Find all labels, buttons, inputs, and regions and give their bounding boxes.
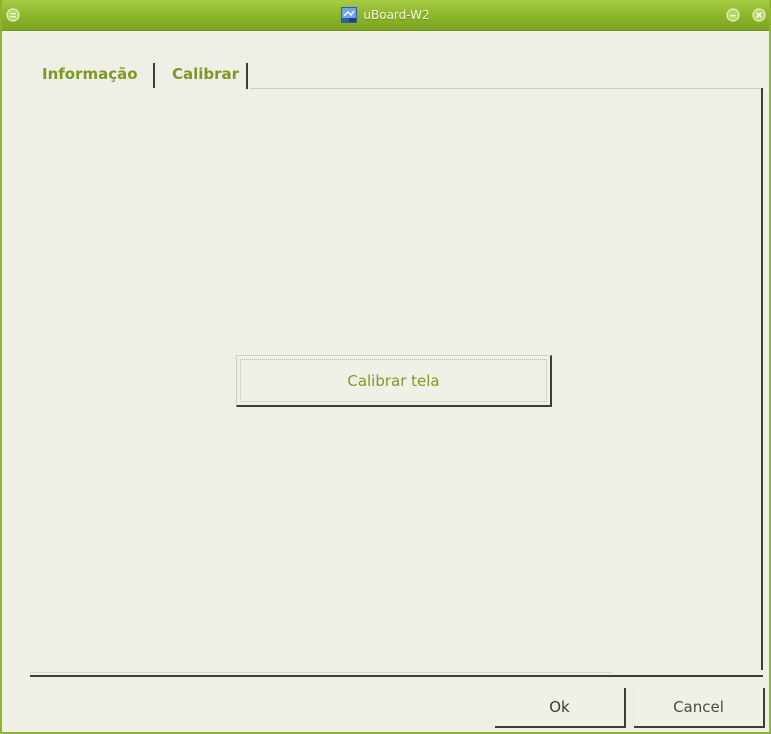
panel-border-right xyxy=(761,88,763,670)
title-wrap: uBoard-W2 xyxy=(2,0,769,30)
panel-border-bottom xyxy=(30,675,763,677)
title-bar[interactable]: uBoard-W2 xyxy=(2,0,769,31)
calibrate-screen-label: Calibrar tela xyxy=(347,371,440,390)
cancel-button[interactable]: Cancel xyxy=(634,688,765,728)
tab-divider xyxy=(153,63,155,88)
ok-label: Ok xyxy=(549,698,570,716)
dialog-window: uBoard-W2 Informação Calibrar Calibrar t… xyxy=(0,0,771,734)
close-icon[interactable] xyxy=(752,8,766,22)
tab-divider xyxy=(246,63,248,89)
calibrate-screen-button[interactable]: Calibrar tela xyxy=(236,355,552,407)
app-icon xyxy=(341,7,358,23)
cancel-label: Cancel xyxy=(673,698,724,716)
minimize-icon[interactable] xyxy=(726,8,740,22)
ok-button[interactable]: Ok xyxy=(495,688,626,728)
tab-calibrar[interactable]: Calibrar xyxy=(172,57,239,91)
window-title: uBoard-W2 xyxy=(363,8,430,22)
tab-underline xyxy=(250,88,763,89)
panel-border-inner xyxy=(30,672,612,673)
tab-informacao[interactable]: Informação xyxy=(42,57,138,91)
